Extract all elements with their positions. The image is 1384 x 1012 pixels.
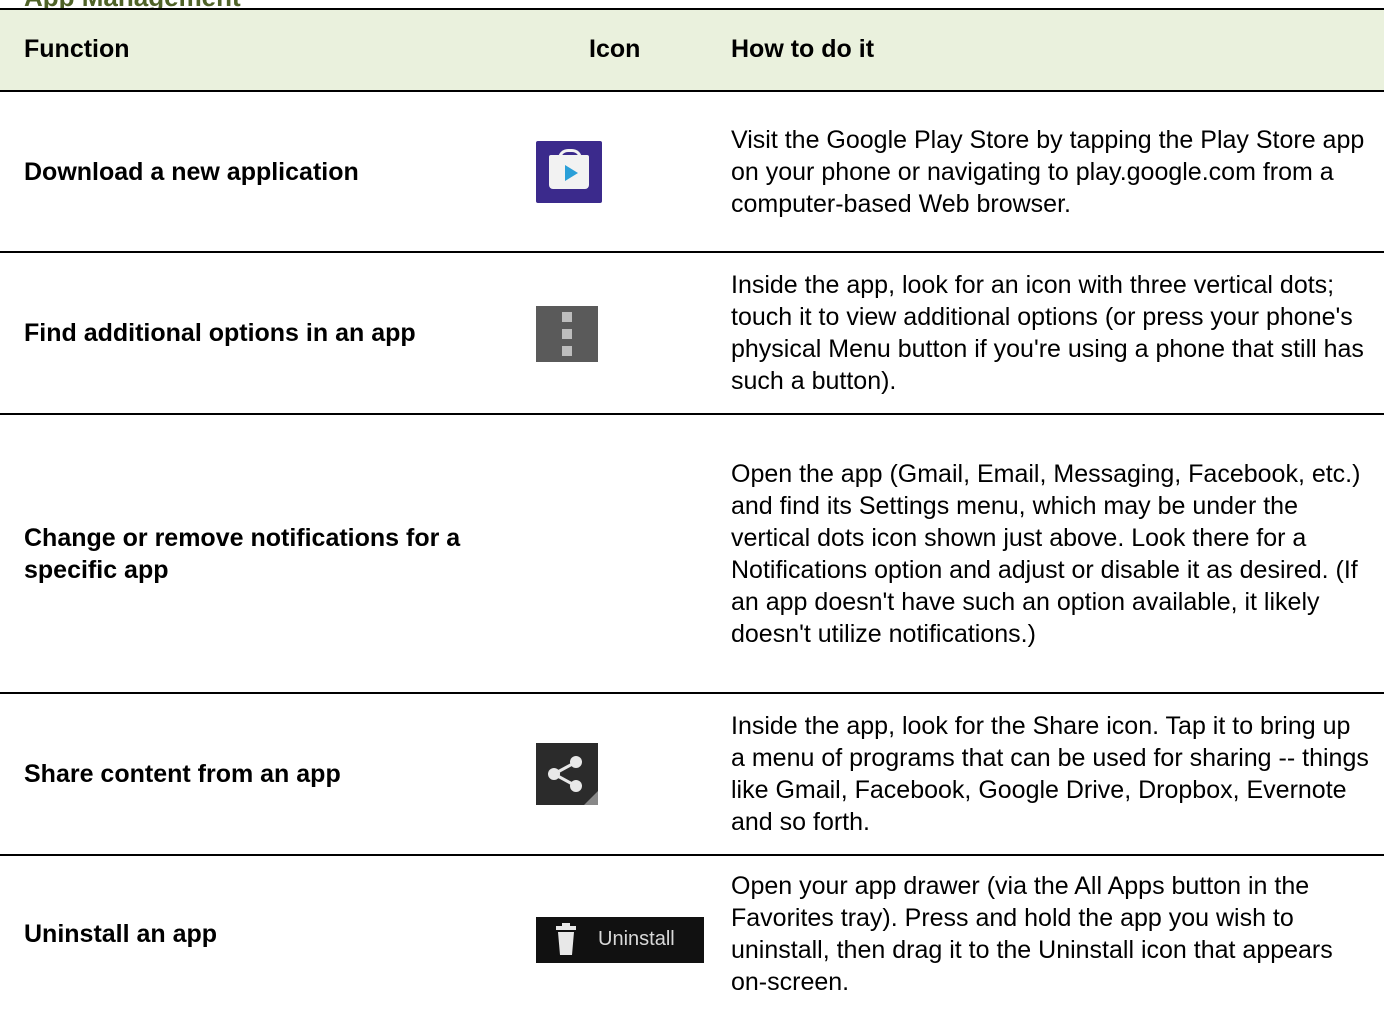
share-icon <box>536 743 598 805</box>
function-cell: Uninstall an app <box>24 920 218 948</box>
function-cell: Find additional options in an app <box>24 319 416 347</box>
table-row: Find additional options in an app Inside… <box>0 253 1384 415</box>
function-cell: Change or remove notifications for a spe… <box>24 523 461 584</box>
table-row: Uninstall an app Uninstall Open your app… <box>0 856 1384 1012</box>
uninstall-icon: Uninstall <box>536 917 704 963</box>
header-icon: Icon <box>589 35 641 63</box>
how-cell: Visit the Google Play Store by tapping t… <box>731 125 1365 218</box>
how-cell: Inside the app, look for the Share icon.… <box>731 712 1369 836</box>
table-row: Change or remove notifications for a spe… <box>0 415 1384 694</box>
overflow-menu-icon <box>536 306 598 362</box>
header-function: Function <box>24 35 130 63</box>
how-cell: Inside the app, look for an icon with th… <box>731 271 1364 395</box>
uninstall-label: Uninstall <box>598 928 675 950</box>
function-cell: Download a new application <box>24 157 359 186</box>
table-row: Download a new application Visit the Goo… <box>0 92 1384 253</box>
function-cell: Share content from an app <box>24 760 341 788</box>
header-how: How to do it <box>731 35 875 63</box>
table-row: Share content from an app Inside the app… <box>0 694 1384 856</box>
play-store-icon <box>536 141 602 203</box>
table-header: Function Icon How to do it <box>0 10 1384 92</box>
how-cell: Open the app (Gmail, Email, Messaging, F… <box>731 459 1361 648</box>
how-cell: Open your app drawer (via the All Apps b… <box>731 872 1333 996</box>
